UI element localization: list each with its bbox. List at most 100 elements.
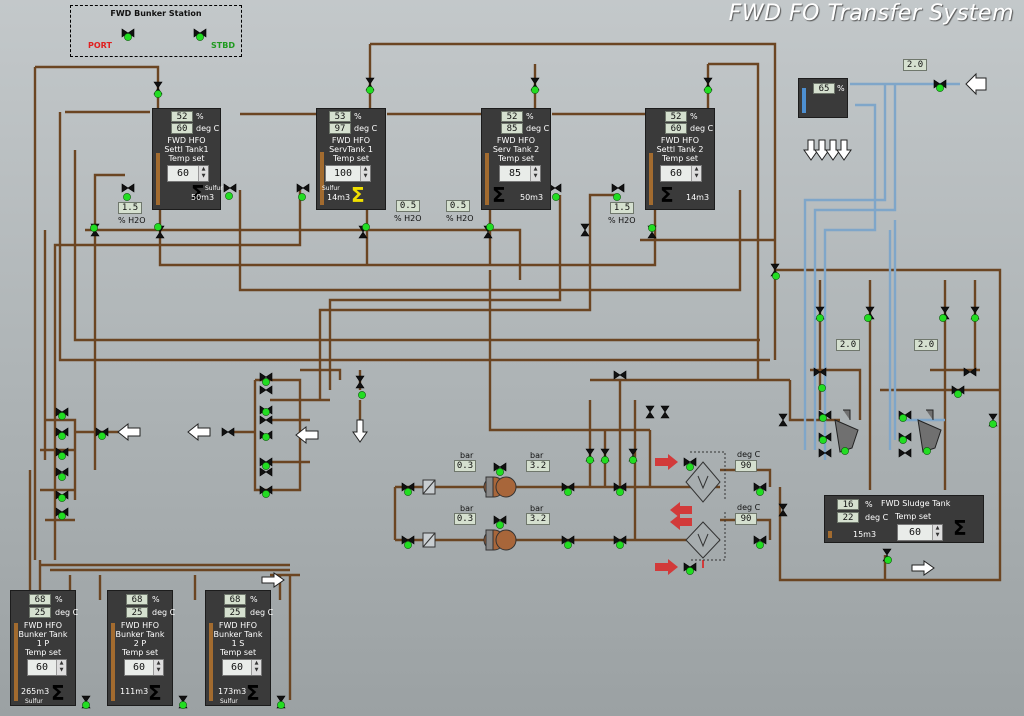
settl-tank-1[interactable]: 52 % 60 deg C FWD HFO Settl Tank1 Temp s… — [152, 108, 223, 210]
valve-icon[interactable] — [778, 413, 788, 427]
spin-buttons[interactable]: ▲ ▼ — [153, 660, 163, 675]
bar-unit: bar — [530, 451, 544, 460]
heater-1-outlet-temp: 90 — [735, 460, 757, 472]
spin-buttons[interactable]: ▲ ▼ — [360, 166, 370, 181]
valve-icon[interactable] — [221, 427, 235, 437]
valve-status-light — [939, 314, 947, 322]
temp-set-label: Temp set — [895, 512, 932, 521]
stbd-label: STBD — [211, 41, 235, 50]
temp-setpoint-input[interactable]: 60 ▲ ▼ — [897, 524, 943, 541]
water-tank[interactable]: 65 % — [798, 78, 848, 118]
spin-buttons[interactable]: ▲ ▼ — [691, 166, 701, 181]
bunker-tank-1s[interactable]: 68 % 25 deg C FWD HFO Bunker Tank 1 S Te… — [205, 590, 274, 706]
temp-setpoint-input[interactable]: 100 ▲ ▼ — [325, 165, 371, 182]
temp-setpoint-input[interactable]: 85 ▲ ▼ — [499, 165, 541, 182]
valve-status-light — [686, 463, 694, 471]
valve-icon[interactable] — [223, 183, 237, 193]
valve-status-light — [899, 414, 907, 422]
level-display: 53 — [329, 111, 351, 122]
degc-unit: deg C — [737, 450, 761, 459]
tank-volume: 14m3 — [686, 193, 710, 202]
temp-setpoint-input[interactable]: 60 ▲ ▼ — [660, 165, 702, 182]
h2o-display-settl-2: 1.5 — [610, 202, 634, 214]
sludge-tank-name: FWD Sludge Tank — [881, 499, 951, 508]
mimic-diagram: FWD FO Transfer System FWD Bunker Statio… — [0, 0, 1024, 716]
level-display: 52 — [665, 111, 687, 122]
valve-icon[interactable] — [645, 405, 655, 419]
spin-buttons[interactable]: ▲ ▼ — [56, 660, 66, 675]
degc-unit: deg C — [865, 513, 889, 522]
valve-icon[interactable] — [611, 183, 625, 193]
degc-unit: deg C — [526, 124, 550, 133]
level-display: 16 — [837, 499, 859, 510]
degc-unit: deg C — [690, 124, 714, 133]
valve-status-light — [262, 433, 270, 441]
percent-unit: % — [196, 112, 204, 121]
tank-name-line1: FWD HFO — [23, 621, 63, 630]
sludge-tank[interactable]: 16 % FWD Sludge Tank 22 deg C Temp set 1… — [824, 495, 984, 543]
temp-setpoint-input[interactable]: 60 ▲ ▼ — [222, 659, 262, 676]
serv-tank-1[interactable]: 53 % 97 deg C FWD HFO ServTank 1 Temp se… — [316, 108, 386, 210]
tank-name-line1: FWD HFO — [331, 136, 371, 145]
valve-status-light — [486, 223, 494, 231]
tank-name-line1: FWD HFO — [120, 621, 160, 630]
degc-unit: deg C — [152, 608, 176, 617]
valve-status-light — [819, 414, 827, 422]
valve-status-light — [564, 488, 572, 496]
tank-name-line3: 2 P — [133, 639, 147, 648]
valve-icon[interactable] — [296, 183, 310, 193]
valve-icon[interactable] — [355, 375, 365, 389]
temp-setpoint-input[interactable]: 60 ▲ ▼ — [124, 659, 164, 676]
bunker-tank-1p[interactable]: 68 % 25 deg C FWD HFO Bunker Tank 1 P Te… — [10, 590, 78, 706]
degc-unit: deg C — [250, 608, 274, 617]
valve-status-light — [90, 224, 98, 232]
settl-tank-2[interactable]: 52 % 60 deg C FWD HFO Settl Tank 2 Temp … — [645, 108, 715, 210]
valve-icon[interactable] — [660, 405, 670, 419]
temp-setpoint-input[interactable]: 60 ▲ ▼ — [27, 659, 67, 676]
valve-icon[interactable] — [259, 415, 273, 425]
tank-name-line2: Serv Tank 2 — [492, 145, 540, 154]
valve-status-light — [864, 314, 872, 322]
heater-2-outlet-temp: 90 — [735, 513, 757, 525]
temp-display: 25 — [29, 607, 51, 618]
valve-icon[interactable] — [121, 183, 135, 193]
valve-status-light — [616, 488, 624, 496]
serv-tank-2[interactable]: 52 % 85 deg C FWD HFO Serv Tank 2 Temp s… — [481, 108, 551, 210]
tank-volume: 265m3 — [21, 687, 50, 696]
h2o-unit: % H2O — [446, 214, 474, 223]
heater-coil-icon: Σ — [51, 681, 65, 705]
valve-status-light — [818, 384, 826, 392]
valve-icon[interactable] — [259, 385, 273, 395]
port-label: PORT — [88, 41, 112, 50]
level-display: 52 — [171, 111, 193, 122]
valve-status-light — [704, 86, 712, 94]
spin-buttons[interactable]: ▲ ▼ — [530, 166, 540, 181]
valve-status-light — [358, 391, 366, 399]
valve-status-light — [262, 490, 270, 498]
sulfur-label: Sulfur — [220, 698, 238, 705]
temp-set-label: Temp set — [25, 648, 62, 657]
temp-setpoint-input[interactable]: 60 ▲ ▼ — [167, 165, 209, 182]
percent-unit: % — [865, 500, 873, 509]
valve-icon[interactable] — [898, 448, 912, 458]
valve-status-light — [58, 494, 66, 502]
spin-buttons[interactable]: ▲ ▼ — [932, 525, 942, 540]
degc-unit: deg C — [196, 124, 220, 133]
temp-display: 22 — [837, 512, 859, 523]
spin-buttons[interactable]: ▲ ▼ — [251, 660, 261, 675]
valve-status-light — [531, 86, 539, 94]
valve-status-light — [648, 224, 656, 232]
sulfur-label: Sulfur — [25, 698, 43, 705]
valve-status-light — [366, 86, 374, 94]
tank-volume: 173m3 — [218, 687, 247, 696]
valve-status-light — [586, 456, 594, 464]
level-display: 68 — [224, 594, 246, 605]
valve-status-light — [816, 314, 824, 322]
bar-unit: bar — [460, 451, 474, 460]
valve-icon[interactable] — [613, 370, 627, 380]
valve-status-light — [772, 272, 780, 280]
bunker-tank-2p[interactable]: 68 % 25 deg C FWD HFO Bunker Tank 2 P Te… — [107, 590, 176, 706]
valve-icon[interactable] — [580, 223, 590, 237]
spin-buttons[interactable]: ▲ ▼ — [198, 166, 208, 181]
valve-status-light — [686, 567, 694, 575]
